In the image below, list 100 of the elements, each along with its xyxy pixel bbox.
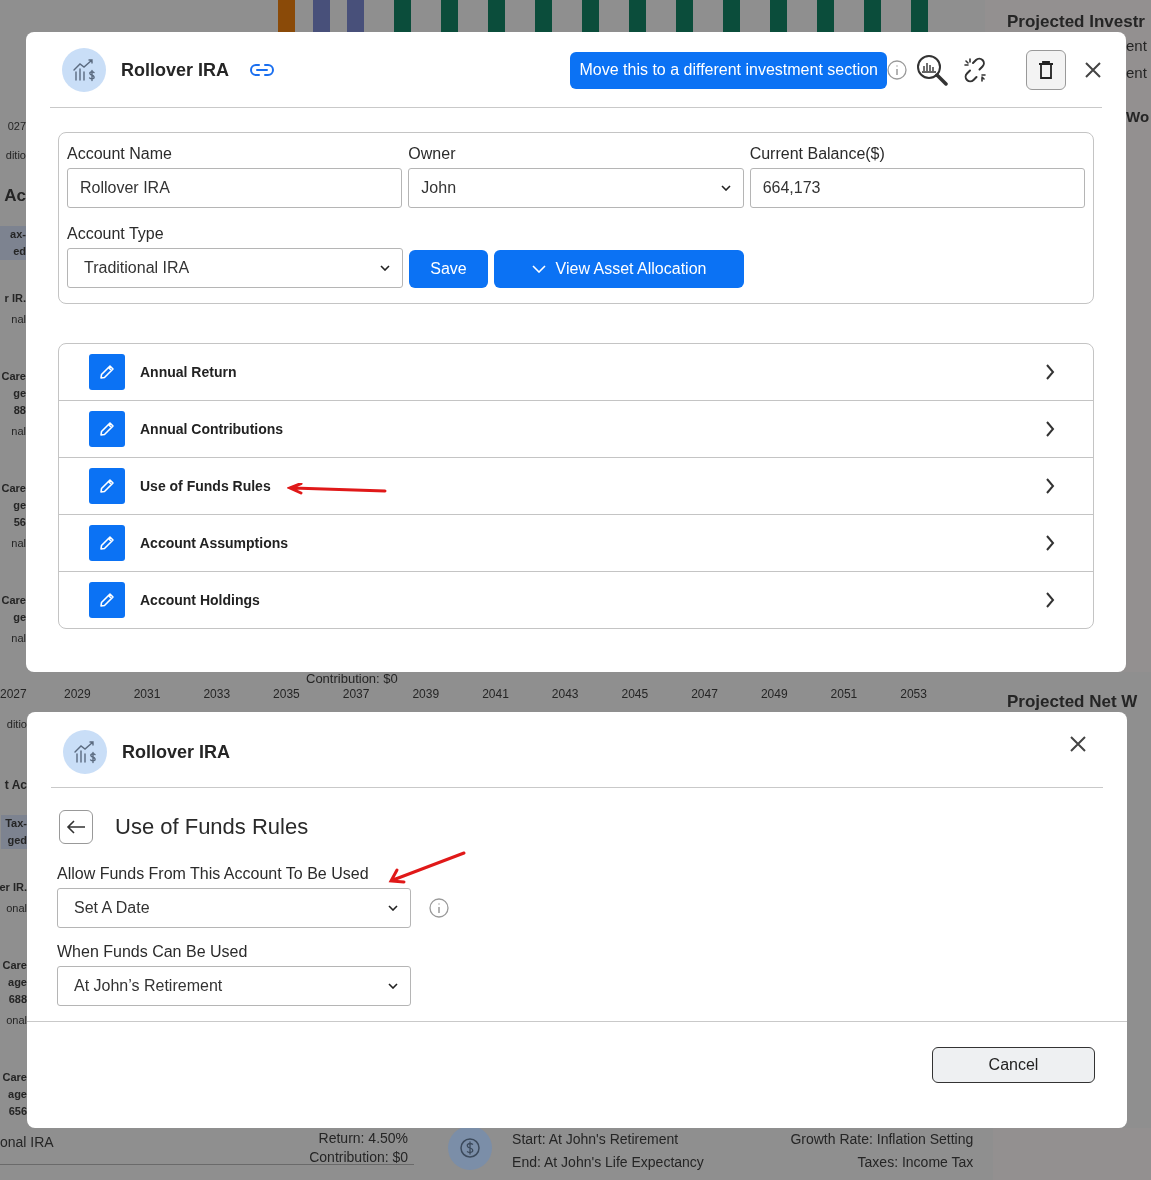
edit-button[interactable] [89, 468, 125, 504]
backdrop-text: 688 [8, 992, 27, 1007]
backdrop-text: 656 [8, 1104, 27, 1119]
axis-label: 2051 [830, 686, 859, 702]
axis-label: 2043 [551, 686, 580, 702]
pencil-icon [98, 534, 116, 552]
field-label: Account Name [67, 144, 173, 164]
backdrop-text: age [8, 1087, 27, 1102]
section-label: Annual Return [140, 364, 237, 380]
delete-button[interactable] [1026, 50, 1066, 90]
modal-title: Rollover IRA [122, 741, 231, 763]
axis-label: 2029 [64, 686, 92, 702]
backdrop-text: End: At John's Life Expectancy [512, 1153, 704, 1172]
input-field[interactable]: 664,173 [749, 168, 1085, 208]
broken-link-icon[interactable] [961, 56, 989, 84]
save-button[interactable]: Save [409, 250, 488, 288]
section-row[interactable]: Use of Funds Rules [59, 457, 1093, 514]
pencil-icon [98, 591, 116, 609]
backdrop-text: Care [2, 958, 27, 973]
backdrop-text: Taxes: Income Tax [857, 1153, 974, 1172]
select-field[interactable]: Set A Date [57, 888, 411, 928]
field-label: Current Balance($) [749, 144, 886, 164]
section-row[interactable]: Annual Contributions [59, 400, 1093, 457]
backdrop-text: er IR. [0, 880, 27, 895]
backdrop-text: ent [1126, 63, 1148, 83]
backdrop-text: t Ac [4, 777, 27, 794]
section-label: Account Assumptions [140, 535, 289, 551]
axis-label: 2053 [900, 686, 928, 702]
backdrop-text: ge [13, 610, 26, 625]
backdrop-heading: Projected Investr [1007, 12, 1146, 32]
field-label: Allow Funds From This Account To Be Used [57, 864, 369, 884]
modal-title: Rollover IRA [121, 59, 230, 81]
info-icon[interactable] [887, 60, 907, 80]
axis-label: 2033 [203, 686, 232, 702]
chart-search-icon[interactable] [916, 54, 948, 86]
backdrop-text: onal IRA [0, 1134, 54, 1152]
caret-icon [380, 265, 390, 271]
backdrop-text: Growth Rate: Inflation Setting [790, 1130, 974, 1149]
field-label: When Funds Can Be Used [57, 942, 248, 962]
backdrop-text: Care [1, 481, 26, 496]
backdrop-text: Contribution: $0 [306, 672, 398, 686]
caret-icon [720, 185, 731, 191]
chevron-right-icon [1045, 592, 1055, 608]
field-label: Account Type [67, 224, 165, 244]
cancel-button[interactable]: Cancel [932, 1047, 1095, 1083]
backdrop-text: Contribution: $0 [309, 1148, 409, 1167]
select-field[interactable]: John [408, 168, 744, 208]
backdrop-text: nal [11, 536, 26, 551]
move-section-button[interactable]: Move this to a different investment section [570, 51, 887, 89]
pencil-icon [98, 477, 116, 495]
backdrop-text: r IR. [4, 291, 26, 306]
chevron-right-icon [1045, 364, 1055, 380]
backdrop-text: Start: At John's Retirement [512, 1130, 680, 1149]
input-field[interactable]: Rollover IRA [67, 168, 403, 208]
caret-icon [531, 265, 546, 273]
backdrop-text: Care [2, 1070, 27, 1085]
edit-button[interactable] [89, 411, 125, 447]
back-button[interactable] [59, 810, 93, 844]
backdrop-text: nal [11, 312, 26, 327]
pencil-icon [98, 420, 116, 438]
backdrop-text: Return: 4.50% [318, 1129, 409, 1148]
section-label: Account Holdings [140, 592, 260, 608]
chart-dollar-icon [63, 730, 107, 774]
backdrop-text: Tax- [5, 816, 27, 831]
section-label: Use of Funds Rules [140, 478, 271, 494]
edit-button[interactable] [89, 354, 125, 390]
backdrop-text: ge [13, 498, 26, 513]
backdrop-text: 88 [13, 403, 26, 418]
axis-label: 2031 [133, 686, 162, 702]
axis-label: 2041 [482, 686, 510, 702]
chevron-right-icon [1045, 478, 1055, 494]
axis-label: 2037 [342, 686, 371, 702]
backdrop-text: ditio [5, 148, 26, 163]
money-cycle-icon [448, 1126, 493, 1170]
axis-label: 2045 [621, 686, 650, 702]
select-field[interactable]: Traditional IRA [67, 248, 403, 288]
info-icon[interactable] [429, 898, 449, 918]
section-row[interactable]: Account Assumptions [59, 514, 1093, 571]
section-row[interactable]: Annual Return [59, 344, 1093, 400]
backdrop-text: ditio [6, 717, 27, 732]
select-field[interactable]: At John’s Retirement [57, 966, 411, 1006]
backdrop-text: onal [6, 1013, 27, 1028]
edit-button[interactable] [89, 582, 125, 618]
backdrop-text: ent [1126, 36, 1148, 56]
view-allocation-button[interactable]: View Asset Allocation [494, 250, 744, 288]
backdrop-text: 027 [7, 119, 26, 134]
link-icon[interactable] [249, 62, 276, 78]
caret-icon [388, 983, 398, 989]
backdrop-text: 56 [13, 515, 26, 530]
close-icon[interactable] [1084, 61, 1102, 79]
axis-label: 2035 [273, 686, 301, 702]
backdrop-text: Ac [4, 185, 26, 207]
close-icon[interactable] [1069, 735, 1087, 753]
axis-label: 2049 [760, 686, 789, 702]
section-label: Annual Contributions [140, 421, 284, 437]
backdrop-heading: Projected Net W [1007, 692, 1138, 711]
backdrop-text: Care [1, 593, 26, 608]
backdrop-text: ed [13, 244, 26, 259]
section-row[interactable]: Account Holdings [59, 571, 1093, 628]
edit-button[interactable] [89, 525, 125, 561]
